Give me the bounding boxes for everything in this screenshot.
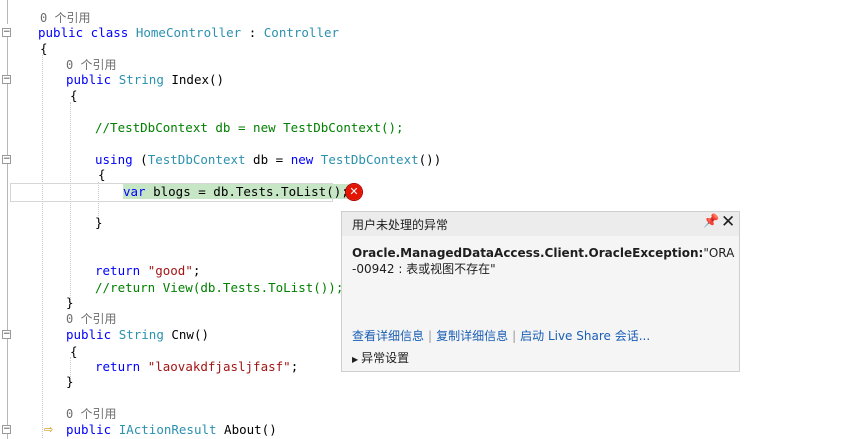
exception-type: Oracle.ManagedDataAccess.Client.OracleEx… <box>352 246 704 260</box>
pin-icon[interactable]: 📌 <box>703 214 719 229</box>
code-token-punct: ; <box>192 263 201 278</box>
indent-guide <box>70 102 71 302</box>
code-token-punct: } <box>66 374 74 389</box>
exception-popup: 用户未处理的异常 📌 ✕ Oracle.ManagedDataAccess.Cl… <box>341 211 740 372</box>
error-x-icon[interactable]: ✕ <box>345 183 363 201</box>
code-token-punct: blogs = db.Tests.ToList(); <box>145 184 349 199</box>
code-line[interactable]: public class HomeController : Controller <box>38 24 339 42</box>
collapse-minus-icon[interactable]: − <box>2 75 11 84</box>
link-separator: | <box>512 329 517 343</box>
collapse-minus-icon[interactable]: − <box>2 28 11 37</box>
code-token-punct: { <box>40 41 48 56</box>
code-token-str: "good" <box>147 263 193 278</box>
code-line[interactable]: } <box>66 373 74 391</box>
code-token-cmt: //return View(db.Tests.ToList()); <box>95 280 344 295</box>
code-token-punct: ; <box>290 359 299 374</box>
code-token-type: IActionResult <box>118 422 217 437</box>
code-line[interactable]: return "laovakdfjasljfasf"; <box>95 358 298 376</box>
code-line[interactable]: //return View(db.Tests.ToList()); <box>95 279 343 297</box>
code-token-type: TestDbContext <box>147 152 246 167</box>
code-token-type: Controller <box>263 25 340 40</box>
code-lens-label[interactable]: 0 个引用 <box>66 407 116 421</box>
code-line[interactable]: public String Cnw() <box>66 326 209 344</box>
code-token-punct: Cnw() <box>163 327 209 342</box>
code-token-kw: public <box>66 422 119 437</box>
code-line[interactable]: //TestDbContext db = new TestDbContext()… <box>95 119 404 137</box>
code-line[interactable]: { <box>70 343 78 361</box>
live-share-link[interactable]: 启动 Live Share 会话... <box>520 329 650 343</box>
fold-line <box>7 37 8 439</box>
code-token-punct: } <box>95 215 103 230</box>
code-line[interactable]: { <box>40 40 48 58</box>
code-line[interactable]: public IActionResult About() <box>66 421 277 439</box>
code-token-punct: Index() <box>163 72 225 87</box>
code-token-punct: About() <box>216 422 277 437</box>
collapse-minus-icon[interactable]: − <box>2 330 11 339</box>
code-token-kw: public <box>66 72 119 87</box>
expand-triangle-icon: ▶ <box>352 355 359 364</box>
code-line[interactable]: var blogs = db.Tests.ToList(); <box>123 183 349 201</box>
copy-details-link[interactable]: 复制详细信息 <box>436 329 508 343</box>
code-lens-label[interactable]: 0 个引用 <box>66 58 116 72</box>
code-token-type: String <box>118 327 164 342</box>
execution-pointer-icon: ⇨ <box>44 423 54 436</box>
code-token-punct: ( <box>140 152 148 167</box>
code-token-punct: ()) <box>418 152 442 167</box>
indent-guide <box>42 55 43 438</box>
current-statement-highlight: var blogs = db.Tests.ToList(); <box>123 184 349 199</box>
link-separator: | <box>428 329 433 343</box>
code-lens-label[interactable]: 0 个引用 <box>40 11 90 25</box>
view-details-link[interactable]: 查看详细信息 <box>352 329 424 343</box>
code-line[interactable]: using (TestDbContext db = new TestDbCont… <box>95 151 441 169</box>
editor-margin <box>0 0 14 439</box>
close-icon[interactable]: ✕ <box>721 212 735 232</box>
exception-message: Oracle.ManagedDataAccess.Client.OracleEx… <box>352 245 736 277</box>
code-token-type: HomeController <box>135 25 242 40</box>
code-token-punct: { <box>98 167 106 182</box>
code-token-str: "laovakdfjasljfasf" <box>147 359 291 374</box>
exception-popup-header: 用户未处理的异常 📌 ✕ <box>342 212 739 236</box>
code-line[interactable]: return "good"; <box>95 262 200 280</box>
collapse-minus-icon[interactable]: − <box>2 155 11 164</box>
code-token-punct: { <box>70 344 78 359</box>
code-line[interactable]: public String Index() <box>66 71 224 89</box>
fold-line <box>7 0 8 24</box>
code-token-kw: var <box>123 184 146 199</box>
code-token-kw: public <box>66 327 119 342</box>
code-lens-label[interactable]: 0 个引用 <box>66 312 116 326</box>
code-token-type: TestDbContext <box>320 152 419 167</box>
code-token-punct: db = <box>245 152 291 167</box>
collapse-minus-icon[interactable]: − <box>2 425 11 434</box>
code-token-kw: using <box>95 152 141 167</box>
code-token-cmt: //TestDbContext db = new TestDbContext()… <box>95 120 404 135</box>
code-token-punct: : <box>241 25 264 40</box>
exception-popup-title: 用户未处理的异常 <box>352 218 449 232</box>
code-token-punct: { <box>70 88 78 103</box>
code-line[interactable]: { <box>98 166 106 184</box>
code-token-kw: return <box>95 359 148 374</box>
exception-settings-toggle[interactable]: ▶ 异常设置 <box>352 349 409 366</box>
code-line[interactable]: { <box>70 87 78 105</box>
code-line[interactable]: } <box>95 214 103 232</box>
code-token-type: String <box>118 72 164 87</box>
exception-links: 查看详细信息 | 复制详细信息 | 启动 Live Share 会话... <box>352 327 650 344</box>
code-token-kw: return <box>95 263 148 278</box>
exception-settings-label: 异常设置 <box>361 351 410 365</box>
code-token-kw: public class <box>38 25 136 40</box>
code-token-punct: } <box>66 295 74 310</box>
code-token-kw: new <box>290 152 321 167</box>
